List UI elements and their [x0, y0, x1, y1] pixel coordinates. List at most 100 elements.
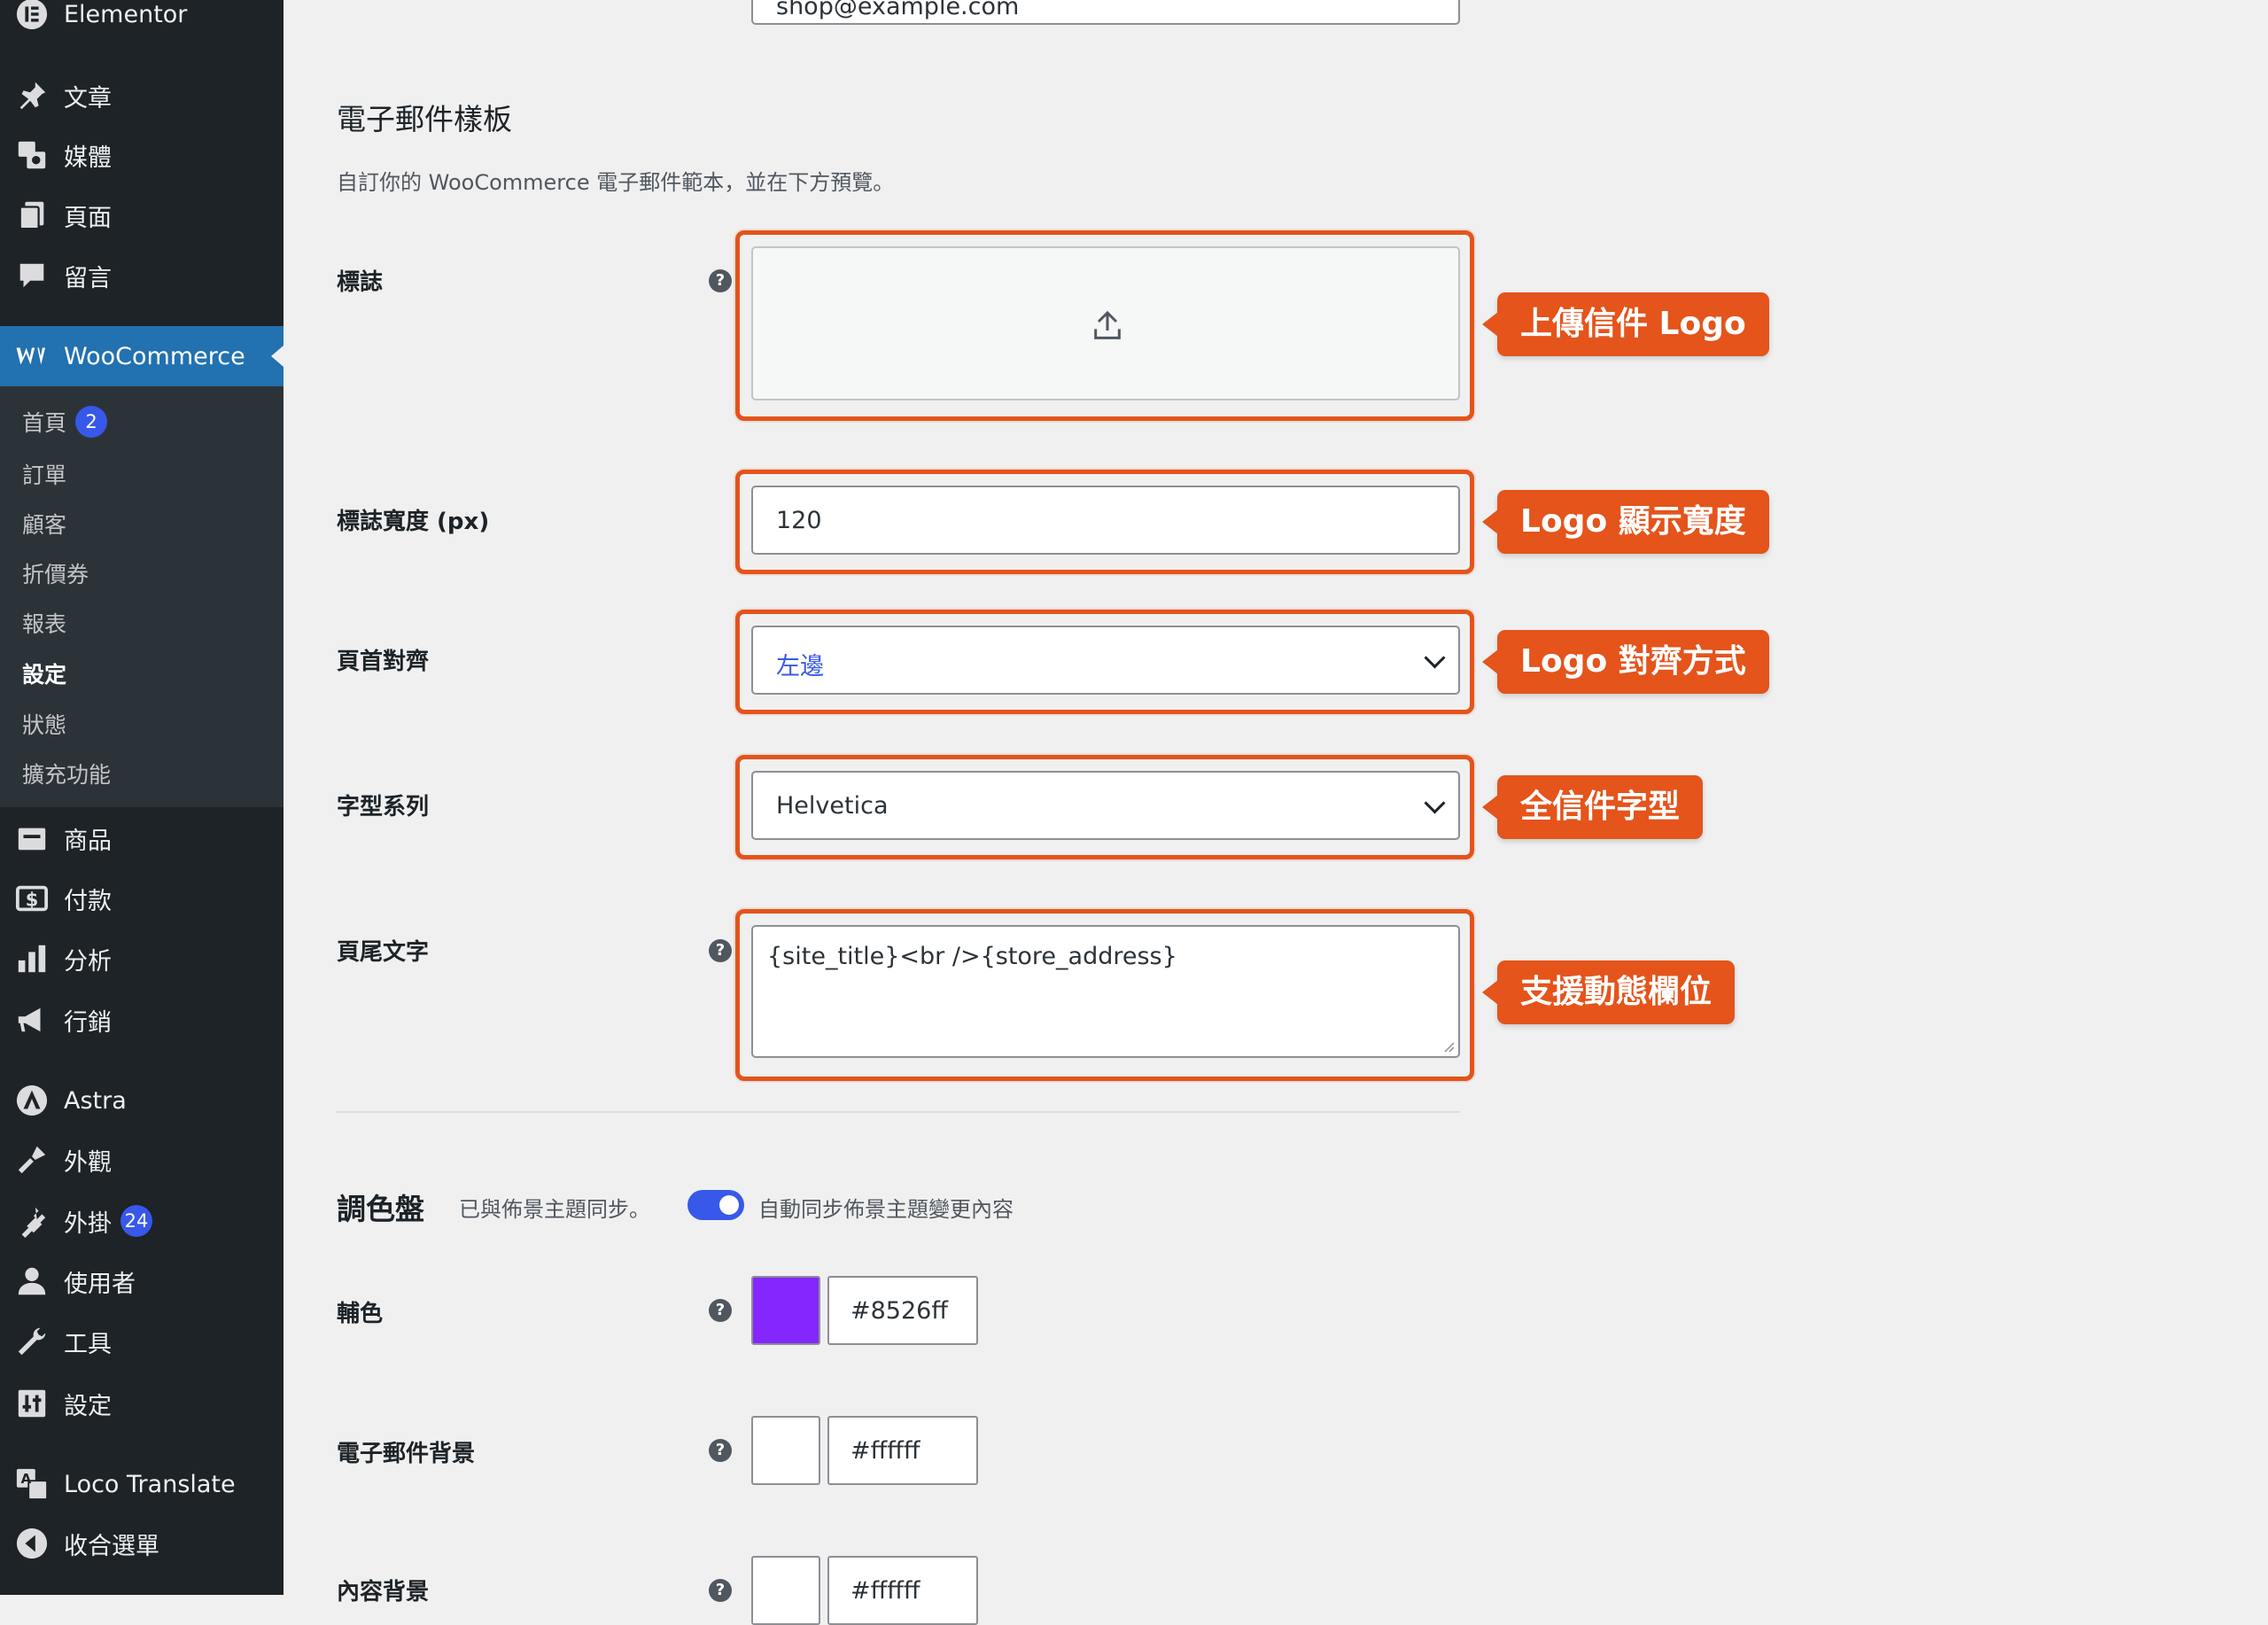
pin-icon	[14, 78, 50, 113]
field-label-email-background: 電子郵件背景	[337, 1441, 476, 1467]
menu-item-label: 工具	[64, 1330, 112, 1358]
media-icon	[14, 137, 50, 173]
section-title-email-template: 電子郵件樣板	[337, 102, 512, 136]
callout-logo-width: Logo 顯示寬度	[1482, 490, 1769, 554]
menu-item-label: 設定	[64, 1392, 112, 1420]
analytics-icon	[14, 941, 50, 976]
field-label-font-family: 字型系列	[337, 794, 430, 820]
callout-font: 全信件字型	[1481, 775, 1704, 839]
callout-logo: 上傳信件 Logo	[1482, 292, 1769, 356]
elementor-icon	[14, 0, 50, 32]
menu-item-comments[interactable]: 留言	[0, 245, 284, 306]
menu-item-tools[interactable]: 工具	[0, 1311, 284, 1372]
menu-item-label: 付款	[64, 887, 112, 915]
menu-item-elementor[interactable]: Elementor	[0, 0, 284, 44]
header-alignment-value: 左邊	[776, 653, 824, 680]
woocommerce-submenu: 首頁 2 訂單 顧客 折價券 報表 設定 狀態 擴充功能	[0, 386, 284, 807]
submenu-item-customers[interactable]: 顧客	[22, 507, 66, 540]
settings-icon	[14, 1386, 50, 1421]
color-swatch-email-background[interactable]	[751, 1416, 820, 1485]
header-alignment-select[interactable]: 左邊	[751, 626, 1460, 695]
notification-badge: 24	[120, 1205, 152, 1237]
menu-item-appearance[interactable]: 外觀	[0, 1130, 284, 1190]
tools-icon	[14, 1324, 50, 1359]
section-title-palette: 調色盤	[337, 1192, 424, 1226]
submenu-item-home[interactable]: 首頁 2	[22, 386, 108, 457]
menu-item-label: 收合選單	[64, 1532, 159, 1560]
help-icon[interactable]: ?	[709, 1579, 732, 1602]
menu-item-users[interactable]: 使用者	[0, 1251, 284, 1311]
menu-item-loco-translate[interactable]: A Loco Translate	[0, 1454, 284, 1514]
help-icon[interactable]: ?	[709, 1439, 732, 1462]
help-icon[interactable]: ?	[709, 939, 732, 962]
admin-sidebar: Elementor 文章 媒體 頁面 留言 WooCommerce 首頁 2 訂…	[0, 0, 284, 1595]
email-input[interactable]: shop@example.com	[751, 0, 1460, 25]
menu-item-settings[interactable]: 設定	[0, 1373, 284, 1434]
products-icon	[14, 820, 50, 856]
help-icon[interactable]: ?	[709, 269, 732, 292]
collapse-icon	[14, 1526, 50, 1561]
menu-item-astra[interactable]: Astra	[0, 1070, 284, 1131]
menu-item-label: Astra	[64, 1086, 127, 1115]
chevron-down-icon	[1424, 647, 1446, 669]
logo-width-input[interactable]: 120	[751, 486, 1460, 555]
submenu-label: 狀態	[22, 712, 67, 738]
submenu-label: 擴充功能	[22, 762, 112, 788]
submenu-item-reports[interactable]: 報表	[22, 606, 66, 640]
astra-icon	[14, 1083, 50, 1118]
plugins-icon	[14, 1203, 50, 1239]
callout-alignment: Logo 對齊方式	[1482, 630, 1769, 694]
field-label-logo-width: 標誌寬度 (px)	[337, 509, 490, 535]
collapse-menu-button[interactable]: 收合選單	[0, 1513, 284, 1574]
color-hex-input-content-background[interactable]: #ffffff	[827, 1556, 978, 1625]
font-family-value: Helvetica	[776, 792, 889, 820]
color-swatch-accent[interactable]	[751, 1276, 820, 1345]
appearance-icon	[14, 1142, 50, 1178]
upload-icon	[1094, 310, 1121, 339]
hex-value: #ffffff	[850, 1437, 920, 1465]
submenu-item-status[interactable]: 狀態	[22, 707, 66, 741]
submenu-item-orders[interactable]: 訂單	[22, 457, 66, 491]
menu-item-products[interactable]: 商品	[0, 808, 284, 868]
sync-theme-toggle[interactable]	[687, 1190, 744, 1220]
font-family-select[interactable]: Helvetica	[751, 771, 1460, 840]
menu-item-woocommerce[interactable]: WooCommerce	[0, 326, 284, 386]
footer-text-textarea[interactable]: {site_title}<br />{store_address}	[751, 925, 1460, 1058]
submenu-item-extensions[interactable]: 擴充功能	[22, 757, 111, 790]
menu-item-label: 文章	[64, 84, 112, 113]
field-label-logo: 標誌	[337, 269, 384, 296]
help-icon[interactable]: ?	[709, 1299, 732, 1322]
resize-handle-icon[interactable]	[1441, 1038, 1455, 1053]
menu-item-pages[interactable]: 頁面	[0, 185, 284, 245]
color-swatch-content-background[interactable]	[751, 1556, 820, 1625]
menu-item-label: 商品	[64, 827, 112, 855]
menu-item-media[interactable]: 媒體	[0, 125, 284, 185]
svg-text:$: $	[26, 890, 39, 911]
toggle-knob	[719, 1195, 739, 1215]
callout-footer: 支援動態欄位	[1481, 960, 1736, 1024]
logo-upload-dropzone[interactable]	[751, 246, 1460, 400]
menu-item-label: 媒體	[64, 144, 112, 172]
menu-item-plugins[interactable]: 外掛 24	[0, 1191, 284, 1251]
menu-item-label: 外觀	[64, 1148, 112, 1177]
menu-item-marketing[interactable]: 行銷	[0, 990, 284, 1050]
hex-value: #ffffff	[850, 1577, 920, 1605]
submenu-item-settings[interactable]: 設定	[22, 657, 66, 690]
submenu-item-coupons[interactable]: 折價券	[22, 556, 89, 590]
menu-item-posts[interactable]: 文章	[0, 66, 284, 126]
logo-width-value: 120	[776, 507, 822, 534]
menu-item-label: WooCommerce	[64, 342, 245, 370]
field-label-footer-text: 頁尾文字	[337, 939, 430, 966]
menu-item-payments[interactable]: $ 付款	[0, 868, 284, 929]
color-hex-input-email-background[interactable]: #ffffff	[827, 1416, 978, 1485]
users-icon	[14, 1263, 50, 1299]
field-label-content-background: 內容背景	[337, 1579, 430, 1606]
color-hex-input-accent[interactable]: #8526ff	[827, 1276, 978, 1345]
email-input-value: shop@example.com	[776, 0, 1020, 20]
field-label-header-alignment: 頁首對齊	[337, 649, 430, 675]
menu-item-analytics[interactable]: 分析	[0, 929, 284, 989]
submenu-label: 顧客	[22, 512, 67, 538]
menu-item-label: 使用者	[64, 1270, 136, 1298]
menu-item-label: 留言	[64, 264, 112, 292]
menu-item-label: Loco Translate	[64, 1470, 236, 1498]
